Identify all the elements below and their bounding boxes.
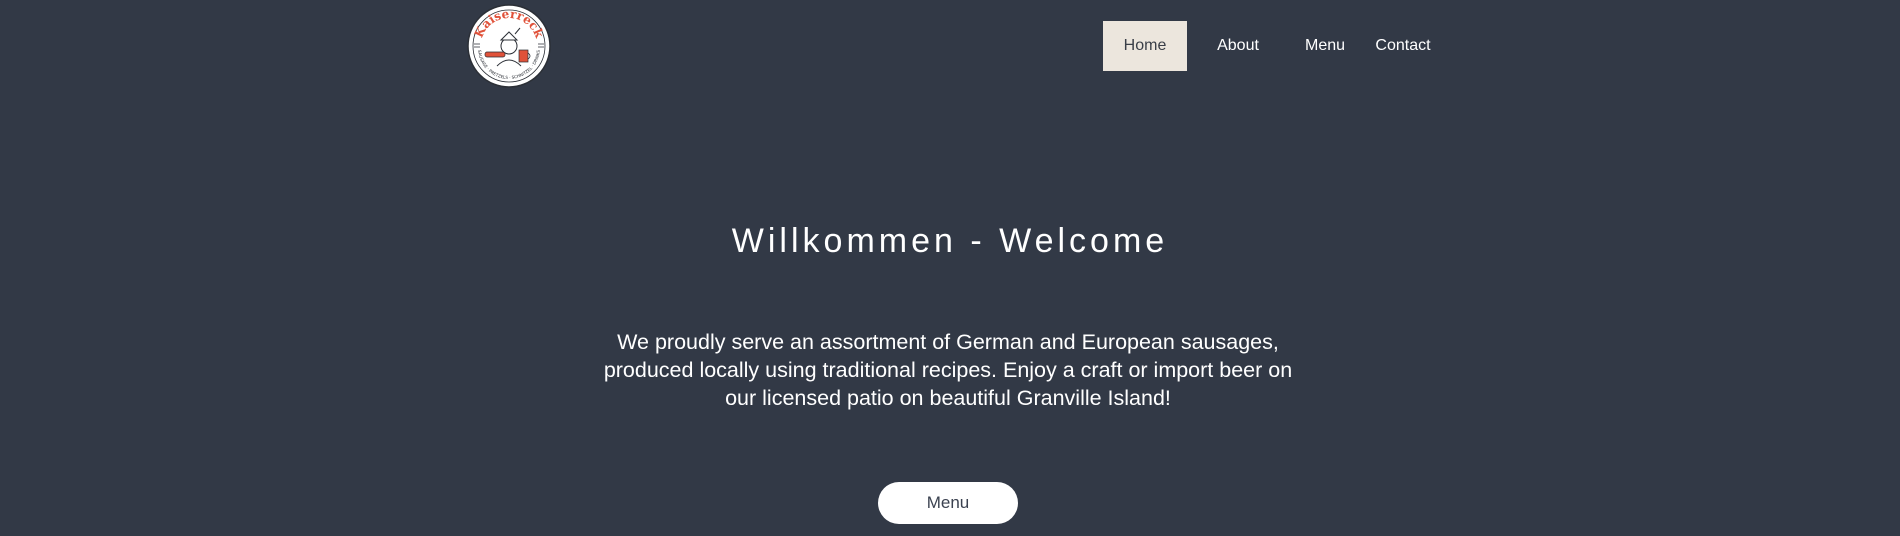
kaiserreck-logo-icon: Kaiserreck SAUSAGE · PRETZELS · SCHNITZE… — [467, 4, 551, 88]
site-logo[interactable]: Kaiserreck SAUSAGE · PRETZELS · SCHNITZE… — [467, 4, 551, 88]
hero-description: We proudly serve an assortment of German… — [603, 330, 1293, 410]
nav-item-home[interactable]: Home — [1103, 21, 1187, 71]
nav-item-about[interactable]: About — [1206, 21, 1270, 71]
nav-item-contact[interactable]: Contact — [1368, 21, 1438, 71]
nav-item-menu[interactable]: Menu — [1293, 21, 1357, 71]
menu-button[interactable]: Menu — [878, 482, 1018, 524]
hero-title: Willkommen - Welcome — [731, 222, 1169, 260]
